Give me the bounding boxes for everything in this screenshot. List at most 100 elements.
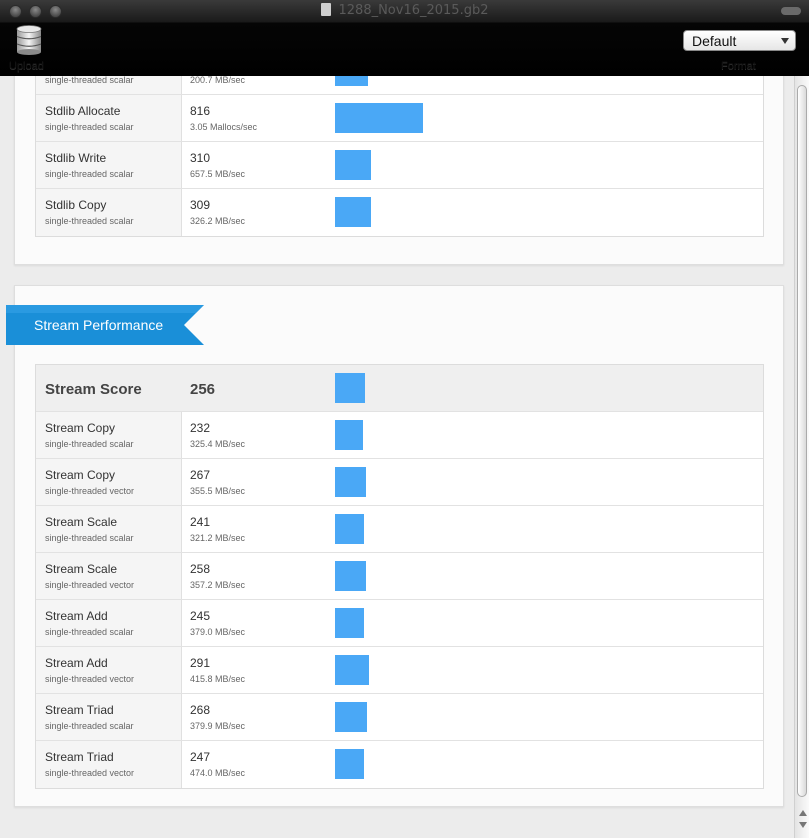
test-score: 816 [190, 104, 211, 118]
test-name: Stdlib Copy [45, 198, 107, 212]
test-rate: 200.7 MB/sec [190, 76, 246, 85]
table-row: Stream Add single-threaded scalar 245 379.0… [36, 600, 763, 647]
test-name: Stream Scale [45, 515, 118, 529]
test-name: Stream Triad [45, 703, 114, 717]
test-mode: single-threaded vector [45, 674, 135, 684]
memory-results-table: single-threaded scalar 200.7 MB/sec Stdlib… [35, 76, 764, 237]
score-bar [335, 197, 371, 227]
score-bar [335, 655, 369, 685]
score-bar [335, 420, 363, 450]
score-bar [335, 702, 367, 732]
test-mode: single-threaded scalar [45, 627, 134, 637]
window-title-text: 1288_Nov16_2015.gb2 [338, 3, 489, 18]
scrollbar-thumb[interactable] [797, 85, 807, 797]
test-rate: 379.0 MB/sec [190, 627, 246, 637]
test-score: 268 [190, 703, 211, 717]
table-row: Stream Triad single-threaded scalar 268 379… [36, 694, 763, 741]
test-mode: single-threaded scalar [45, 76, 134, 85]
test-name-cell [36, 459, 182, 505]
test-name-cell [36, 142, 182, 188]
test-mode: single-threaded scalar [45, 439, 134, 449]
stream-score-value: 256 [190, 381, 216, 398]
upload-label[interactable]: Upload [9, 60, 44, 72]
test-mode: single-threaded scalar [45, 721, 134, 731]
test-mode: single-threaded scalar [45, 169, 134, 179]
format-label: Format [721, 60, 756, 72]
test-rate: 326.2 MB/sec [190, 216, 246, 226]
toolbar-toggle-button[interactable] [781, 7, 801, 15]
score-bar [335, 103, 423, 133]
test-name: Stream Copy [45, 468, 116, 482]
test-name-cell [36, 506, 182, 552]
table-row: Stdlib Copy single-threaded scalar 309 326.… [36, 189, 763, 236]
test-mode: single-threaded scalar [45, 122, 134, 132]
stream-score-row: Stream Score 256 [36, 365, 763, 412]
test-name: Stream Add [45, 609, 108, 623]
format-select-value: Default [692, 33, 737, 49]
test-rate: 379.9 MB/sec [190, 721, 246, 731]
score-bar [335, 467, 366, 497]
chevron-down-icon [781, 38, 789, 44]
test-name: Stdlib Write [45, 151, 107, 165]
test-name-cell [36, 647, 182, 693]
test-score: 291 [190, 656, 211, 670]
test-score: 309 [190, 198, 211, 212]
table-row: Stream Add single-threaded vector 291 415.8… [36, 647, 763, 694]
scroll-up-icon[interactable] [799, 810, 807, 816]
test-rate: 474.0 MB/sec [190, 768, 246, 778]
test-name-cell [36, 95, 182, 141]
stream-score-label: Stream Score [45, 381, 142, 398]
score-bar [335, 608, 364, 638]
test-name: Stdlib Allocate [45, 104, 121, 118]
test-rate: 357.2 MB/sec [190, 580, 246, 590]
test-mode: single-threaded scalar [45, 216, 134, 226]
test-mode: single-threaded vector [45, 768, 135, 778]
table-row: Stream Copy single-threaded scalar 232 325.… [36, 412, 763, 459]
test-score: 232 [190, 421, 211, 435]
results-content: single-threaded scalar 200.7 MB/sec Stdlib… [0, 76, 794, 838]
test-name: Stream Triad [45, 750, 114, 764]
test-score: 241 [190, 515, 211, 529]
window-title: 1288_Nov16_2015.gb2 [0, 3, 809, 18]
window-toolbar: 1288_Nov16_2015.gb2 Upload Default Forma… [0, 0, 809, 76]
test-score: 247 [190, 750, 211, 764]
database-icon[interactable] [16, 25, 42, 55]
test-name-cell [36, 741, 182, 788]
score-bar [335, 514, 364, 544]
test-mode: single-threaded vector [45, 486, 135, 496]
test-rate: 3.05 Mallocs/sec [190, 122, 258, 132]
test-name: Stream Scale [45, 562, 118, 576]
test-name-cell [36, 600, 182, 646]
table-row: Stdlib Write single-threaded scalar 310 657… [36, 142, 763, 189]
stream-performance-card: Stream Score 256 Stream Copy single-threa… [14, 285, 784, 807]
test-name-cell [36, 553, 182, 599]
test-score: 267 [190, 468, 211, 482]
table-row: Stream Copy single-threaded vector 267 355.… [36, 459, 763, 506]
stream-score-bar [335, 373, 365, 403]
format-select[interactable]: Default [683, 30, 796, 51]
table-row: single-threaded scalar 200.7 MB/sec [36, 76, 763, 95]
score-bar [335, 150, 371, 180]
table-row: Stream Scale single-threaded vector 258 357… [36, 553, 763, 600]
vertical-scrollbar[interactable] [794, 76, 809, 838]
test-rate: 657.5 MB/sec [190, 169, 246, 179]
table-row: Stdlib Allocate single-threaded scalar 816… [36, 95, 763, 142]
test-rate: 415.8 MB/sec [190, 674, 246, 684]
test-name-cell [36, 189, 182, 236]
test-rate: 321.2 MB/sec [190, 533, 246, 543]
test-name: Stream Add [45, 656, 108, 670]
score-bar [335, 76, 368, 86]
table-row: Stream Scale single-threaded scalar 241 321… [36, 506, 763, 553]
test-rate: 355.5 MB/sec [190, 486, 246, 496]
score-bar [335, 749, 364, 779]
test-score: 245 [190, 609, 211, 623]
score-bar [335, 561, 366, 591]
stream-results-table: Stream Score 256 Stream Copy single-threa… [35, 364, 764, 789]
test-name-cell [36, 412, 182, 458]
test-mode: single-threaded vector [45, 580, 135, 590]
memory-performance-card: single-threaded scalar 200.7 MB/sec Stdlib… [14, 76, 784, 265]
test-mode: single-threaded scalar [45, 533, 134, 543]
test-score: 258 [190, 562, 211, 576]
scroll-down-icon[interactable] [799, 822, 807, 828]
table-row: Stream Triad single-threaded vector 247 474… [36, 741, 763, 788]
